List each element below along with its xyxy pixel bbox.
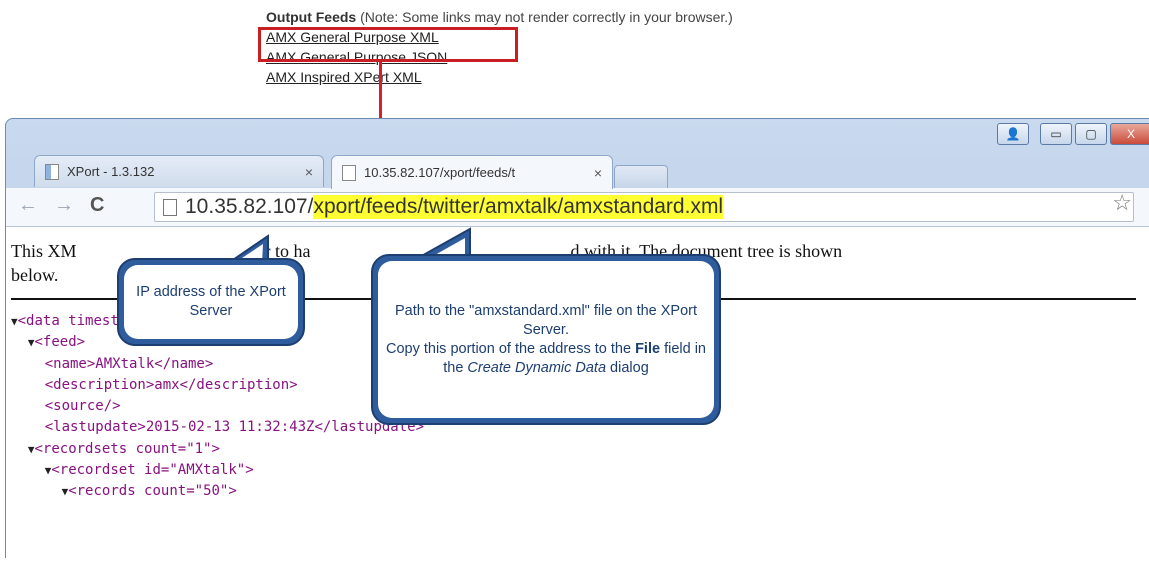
xml-line: ▼<recordsets count="1"> [11,439,424,460]
output-feeds-heading: Output Feeds (Note: Some links may not r… [266,7,733,27]
callout-path-bold: File [635,340,661,357]
minimize-button[interactable]: ▭ [1040,123,1072,145]
xml-line: ▼<records count="50"> [11,481,424,502]
xml-indent [11,398,45,414]
xml-line-text: <name>AMXtalk</name> [44,355,214,372]
tab-feed[interactable]: 10.35.82.107/xport/feeds/t × [331,155,613,189]
reload-icon[interactable]: C [90,194,104,217]
message-part: below. [11,265,59,285]
link-amx-inspired-xpert-xml[interactable]: AMX Inspired XPert XML [266,67,733,87]
close-button[interactable]: X [1110,123,1149,145]
xml-indent [11,356,45,372]
callout-path-line2: Copy this portion of the address to the [385,340,636,357]
xml-indent [11,441,28,457]
xml-indent [11,334,28,350]
address-bar[interactable]: 10.35.82.107/xport/feeds/twitter/amxtalk… [154,192,1134,222]
xml-line-text: <recordsets count="1"> [34,440,220,457]
callout-path-italic: Create Dynamic Data [467,359,607,376]
xml-indent [11,462,45,478]
xml-line-text: <source/> [44,398,121,415]
xml-line: <lastupdate>2015-02-13 11:32:43Z</lastup… [11,417,424,438]
tab-xport[interactable]: XPort - 1.3.132 × [34,155,324,187]
xml-line-text: <lastupdate>2015-02-13 11:32:43Z</lastup… [44,419,425,436]
tab-title: 10.35.82.107/xport/feeds/t [364,165,516,180]
callout-path-line1: Path to the "amxstandard.xml" file on th… [394,302,698,338]
maximize-button[interactable]: ▢ [1075,123,1107,145]
highlight-box [258,27,518,62]
xml-line: <name>AMXtalk</name> [11,354,424,375]
back-arrow-icon[interactable]: ← [18,194,38,217]
new-tab-button[interactable] [614,165,668,189]
callout-path-post: dialog [606,359,649,376]
message-part: This XM [11,241,77,261]
xml-line-text: <records count="50"> [68,483,237,500]
output-feeds-title: Output Feeds [266,9,357,25]
forward-arrow-icon[interactable]: → [54,194,74,217]
url-host: 10.35.82.107/ [185,195,314,218]
bookmark-star-icon[interactable]: ☆ [1112,190,1132,216]
xml-toggle-arrow-icon[interactable]: ▼ [11,315,18,328]
window-controls: 👤 ▭ ▢ X [997,123,1149,145]
xml-indent [11,419,45,435]
xml-line: <source/> [11,396,424,417]
callout-path: Path to the "amxstandard.xml" file on th… [371,254,721,425]
callout-path-body: Path to the "amxstandard.xml" file on th… [378,261,714,418]
tab-close-icon[interactable]: × [305,164,313,180]
xml-line: ▼<recordset id="AMXtalk"> [11,460,424,481]
browser-toolbar: ← → C 10.35.82.107/xport/feeds/twitter/a… [6,188,1149,227]
xml-line-text: <description>amx</description> [44,376,298,393]
user-icon[interactable]: 👤 [997,123,1029,145]
tab-close-icon[interactable]: × [594,165,602,181]
tab-title: XPort - 1.3.132 [67,164,155,179]
xport-favicon-icon [45,163,59,180]
output-feeds-note: (Note: Some links may not render correct… [356,9,733,25]
xml-indent [11,377,45,393]
xml-line: <description>amx</description> [11,375,424,396]
page-favicon-icon [342,164,356,181]
xml-line-text: <recordset id="AMXtalk"> [51,462,254,479]
xml-indent [11,483,62,499]
callout-ip-address: IP address of the XPort Server [117,258,305,346]
page-icon [163,198,177,216]
xml-line-text: <feed> [34,334,86,351]
url-path-highlighted: xport/feeds/twitter/amxtalk/amxstandard.… [313,195,724,219]
callout-ip-text: IP address of the XPort Server [124,265,298,339]
